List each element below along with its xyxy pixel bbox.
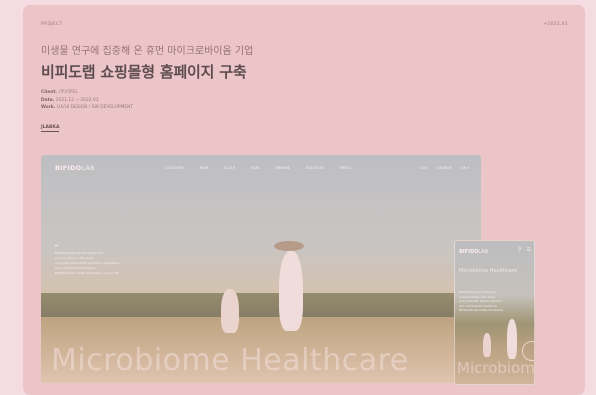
bifidolab-logo[interactable]: BIFIDOLAB: [55, 164, 95, 172]
mobile-logo[interactable]: BIFIDOLAB: [459, 249, 488, 255]
hero-title: Microbiome Healthcare: [51, 343, 409, 378]
mobile-child-figure: [483, 333, 491, 357]
mobile-headline: Microbiome Healthcare: [459, 268, 517, 274]
mobile-icons: ⚲ ☰: [518, 247, 531, 253]
mobile-site-mockup: BIFIDOLAB ⚲ ☰ Microbiome Healthcare BIFI…: [454, 240, 535, 385]
menu-category[interactable]: CATEGORY: [165, 166, 184, 170]
desktop-site-mockup: BIFIDOLAB CATEGORY NEW SCALP SKIN IMMUNE…: [41, 155, 481, 383]
hero-line: BIFIDOLAB will create microbiome of your…: [55, 271, 119, 275]
project-subtitle: 미생물 연구에 집중해 온 휴먼 마이크로바이옴 기업: [41, 46, 254, 57]
main-menu: CATEGORY NEW SCALP SKIN IMMUNE SOLUTION …: [165, 166, 351, 170]
project-meta: Client. (주)비피도 Date. 2021.12 ~ 2022.03 W…: [41, 89, 133, 112]
credit-link[interactable]: JLABKA: [41, 125, 60, 132]
project-title: 비피도랩 쇼핑몰형 홈페이지 구축: [41, 63, 247, 81]
menu-solution[interactable]: SOLUTION: [306, 166, 324, 170]
menu-new[interactable]: NEW: [200, 166, 208, 170]
language-select[interactable]: KR ▾: [461, 166, 469, 170]
mobile-mother-figure: [507, 319, 517, 359]
tree-line: [41, 293, 481, 319]
mobile-hero-line: BIFIDOLAB will create microbiome: [459, 309, 504, 312]
meta-date: Date. 2021.12 ~ 2022.03: [41, 97, 99, 103]
hat: [274, 241, 304, 251]
menu-scalp[interactable]: SCALP: [224, 166, 235, 170]
menu-skin[interactable]: SKIN: [251, 166, 259, 170]
hero-copy: BIFIDOLAB Microbiome healthcare of every…: [55, 251, 133, 276]
menu-icon[interactable]: ☰: [527, 247, 531, 253]
mother-figure: [279, 251, 303, 331]
login-link[interactable]: LOG: [420, 166, 427, 170]
project-card: PROJECT +2022.01 미생물 연구에 집중해 온 휴먼 마이크로바이…: [23, 5, 585, 395]
search-icon[interactable]: ⚲: [518, 247, 522, 253]
menu-press[interactable]: PRESS: [340, 166, 351, 170]
desktop-nav: BIFIDOLAB CATEGORY NEW SCALP SKIN IMMUNE…: [41, 155, 481, 179]
child-figure: [221, 289, 239, 333]
menu-immune[interactable]: IMMUNE: [275, 166, 289, 170]
hero-indicator: [55, 245, 58, 246]
project-date-label: +2022.01: [543, 22, 568, 27]
mobile-hero-title: Microbiome: [457, 359, 535, 377]
search-link[interactable]: SEARCH: [437, 166, 451, 170]
utility-menu: LOG SEARCH KR ▾: [420, 166, 469, 170]
meta-work: Work. UX/UI DESIGN / SW DEVELOPMENT: [41, 105, 134, 110]
project-label: PROJECT: [41, 22, 63, 27]
meta-client: Client. (주)비피도: [41, 90, 79, 95]
mobile-hero-copy: BIFIDOLAB lives in the world of every fa…: [459, 291, 515, 314]
slide-next-button[interactable]: [522, 341, 534, 361]
